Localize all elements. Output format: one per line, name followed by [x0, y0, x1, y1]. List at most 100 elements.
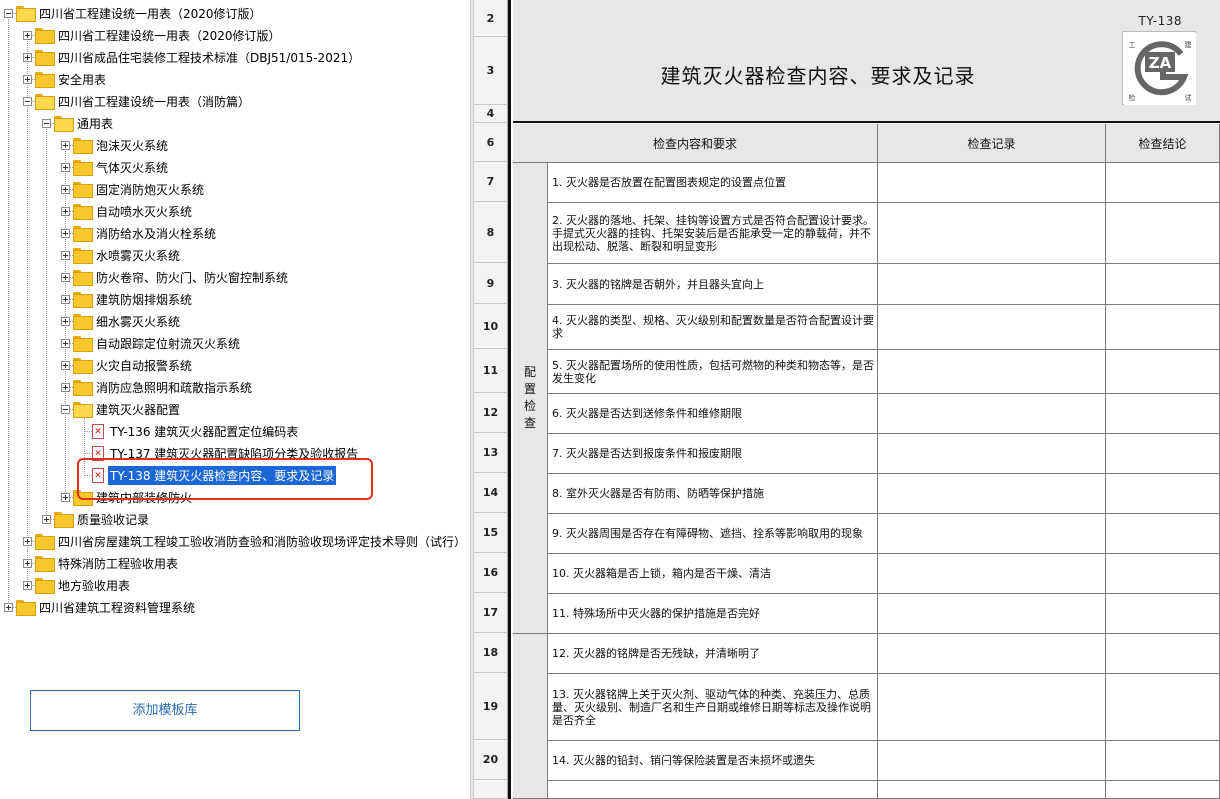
- record-cell-11[interactable]: [878, 594, 1106, 634]
- row-header-2[interactable]: 2: [474, 0, 508, 37]
- row-header-15[interactable]: 15: [474, 513, 508, 553]
- conclusion-cell-4[interactable]: [1106, 305, 1220, 350]
- expand-icon[interactable]: [61, 162, 70, 172]
- conclusion-cell-12[interactable]: [1106, 634, 1220, 674]
- expand-icon[interactable]: [61, 250, 70, 260]
- row-header-7[interactable]: 7: [474, 162, 508, 202]
- conclusion-cell-2[interactable]: [1106, 203, 1220, 264]
- record-cell-8[interactable]: [878, 474, 1106, 514]
- tree-node-water-mist-system[interactable]: 细水雾灭火系统: [61, 310, 182, 332]
- tree-node-extinguisher-config[interactable]: 建筑灭火器配置: [61, 398, 182, 420]
- expand-icon[interactable]: [61, 338, 70, 348]
- expand-icon[interactable]: [61, 492, 70, 502]
- conclusion-cell-7[interactable]: [1106, 434, 1220, 474]
- record-cell-1[interactable]: [878, 163, 1106, 203]
- expand-icon[interactable]: [23, 580, 32, 590]
- tree-node-unified-2020[interactable]: 四川省工程建设统一用表（2020修订版）: [23, 24, 283, 46]
- expand-icon[interactable]: [42, 514, 51, 524]
- conclusion-cell-13[interactable]: [1106, 674, 1220, 741]
- expand-icon[interactable]: [61, 272, 70, 282]
- expand-icon[interactable]: [61, 228, 70, 238]
- record-cell-10[interactable]: [878, 554, 1106, 594]
- tree-node-quality-acceptance[interactable]: 质量验收记录: [42, 508, 151, 530]
- conclusion-cell-9[interactable]: [1106, 514, 1220, 554]
- row-header-12[interactable]: 12: [474, 393, 508, 433]
- tree-node-data-management[interactable]: 四川省建筑工程资料管理系统: [4, 596, 197, 618]
- row-header-19[interactable]: 19: [474, 673, 508, 740]
- row-header-partial[interactable]: [474, 780, 508, 799]
- record-cell-5[interactable]: [878, 350, 1106, 394]
- expand-icon[interactable]: [61, 360, 70, 370]
- tree-node-foam-system[interactable]: 泡沫灭火系统: [61, 134, 170, 156]
- row-header-20[interactable]: 20: [474, 740, 508, 780]
- row-header-8[interactable]: 8: [474, 202, 508, 263]
- template-tree-pane[interactable]: 四川省工程建设统一用表（2020修订版） 四川省工程建设统一用表（2020修订版）…: [0, 0, 470, 799]
- tree-node-gas-system[interactable]: 气体灭火系统: [61, 156, 170, 178]
- tree-node-smoke-control-system[interactable]: 建筑防烟排烟系统: [61, 288, 194, 310]
- record-cell-13[interactable]: [878, 674, 1106, 741]
- tree-node-fire-alarm-system[interactable]: 火灾自动报警系统: [61, 354, 194, 376]
- row-header-11[interactable]: 11: [474, 349, 508, 393]
- tree-leaf-ty137[interactable]: ✕ TY-137 建筑灭火器配置缺陷项分类及验收报告: [80, 442, 360, 464]
- conclusion-cell-8[interactable]: [1106, 474, 1220, 514]
- row-header-9[interactable]: 9: [474, 263, 508, 304]
- tree-node-auto-tracking-system[interactable]: 自动跟踪定位射流灭火系统: [61, 332, 242, 354]
- expand-icon[interactable]: [23, 52, 32, 62]
- tree-node-fire-monitor-system[interactable]: 固定消防炮灭火系统: [61, 178, 206, 200]
- expand-icon[interactable]: [61, 316, 70, 326]
- row-header-6[interactable]: 6: [474, 123, 508, 162]
- tree-node-water-spray-system[interactable]: 水喷雾灭火系统: [61, 244, 182, 266]
- conclusion-cell-3[interactable]: [1106, 264, 1220, 305]
- expand-icon[interactable]: [61, 382, 70, 392]
- collapse-icon[interactable]: [23, 96, 32, 106]
- tree-leaf-ty136[interactable]: ✕ TY-136 建筑灭火器配置定位编码表: [80, 420, 300, 442]
- conclusion-cell-14[interactable]: [1106, 741, 1220, 781]
- expand-icon[interactable]: [23, 558, 32, 568]
- record-cell-6[interactable]: [878, 394, 1106, 434]
- tree-node-special-fire-forms[interactable]: 特殊消防工程验收用表: [23, 552, 180, 574]
- tree-leaf-ty138[interactable]: ✕ TY-138 建筑灭火器检查内容、要求及记录: [80, 464, 337, 486]
- row-header-18[interactable]: 18: [474, 633, 508, 673]
- expand-icon[interactable]: [61, 294, 70, 304]
- record-cell-4[interactable]: [878, 305, 1106, 350]
- expand-icon[interactable]: [61, 184, 70, 194]
- tree-node-local-acceptance[interactable]: 地方验收用表: [23, 574, 132, 596]
- add-template-button[interactable]: 添加模板库: [30, 690, 300, 731]
- row-header-10[interactable]: 10: [474, 304, 508, 349]
- conclusion-cell-10[interactable]: [1106, 554, 1220, 594]
- collapse-icon[interactable]: [61, 404, 70, 414]
- record-cell-2[interactable]: [878, 203, 1106, 264]
- row-header-17[interactable]: 17: [474, 593, 508, 633]
- partial-record-cell[interactable]: [878, 781, 1106, 799]
- form-preview-pane[interactable]: 2 3 4 6 7 8 9 10 11 12 13 14 15 16 17 18 19 20 TY-138 ZA …: [474, 0, 1220, 799]
- expand-icon[interactable]: [23, 30, 32, 40]
- tree-node-completion-guideline[interactable]: 四川省房屋建筑工程竣工验收消防查验和消防验收现场评定技术导则（试行）: [23, 530, 468, 552]
- row-header-3[interactable]: 3: [474, 37, 508, 105]
- record-cell-14[interactable]: [878, 741, 1106, 781]
- expand-icon[interactable]: [23, 536, 32, 546]
- conclusion-cell-1[interactable]: [1106, 163, 1220, 203]
- record-cell-12[interactable]: [878, 634, 1106, 674]
- conclusion-cell-11[interactable]: [1106, 594, 1220, 634]
- expand-icon[interactable]: [4, 602, 13, 612]
- collapse-icon[interactable]: [42, 118, 51, 128]
- tree-node-sichuan-unified-2020[interactable]: 四川省工程建设统一用表（2020修订版）: [4, 2, 264, 24]
- row-header-4[interactable]: 4: [474, 105, 508, 123]
- tree-node-safety-forms[interactable]: 安全用表: [23, 68, 108, 90]
- expand-icon[interactable]: [61, 140, 70, 150]
- conclusion-cell-5[interactable]: [1106, 350, 1220, 394]
- row-header-16[interactable]: 16: [474, 553, 508, 593]
- tree-node-sprinkler-system[interactable]: 自动喷水灭火系统: [61, 200, 194, 222]
- row-header-13[interactable]: 13: [474, 433, 508, 473]
- record-cell-7[interactable]: [878, 434, 1106, 474]
- expand-icon[interactable]: [61, 206, 70, 216]
- row-header-14[interactable]: 14: [474, 473, 508, 513]
- conclusion-cell-6[interactable]: [1106, 394, 1220, 434]
- tree-node-hydrant-system[interactable]: 消防给水及消火栓系统: [61, 222, 218, 244]
- expand-icon[interactable]: [23, 74, 32, 84]
- collapse-icon[interactable]: [4, 8, 13, 18]
- tree-node-emergency-lighting-system[interactable]: 消防应急照明和疏散指示系统: [61, 376, 254, 398]
- tree-node-decoration-standard[interactable]: 四川省成品住宅装修工程技术标准（DBJ51/015-2021）: [23, 46, 362, 68]
- tree-node-fire-forms[interactable]: 四川省工程建设统一用表（消防篇）: [23, 90, 252, 112]
- tree-node-fire-door-system[interactable]: 防火卷帘、防火门、防火窗控制系统: [61, 266, 290, 288]
